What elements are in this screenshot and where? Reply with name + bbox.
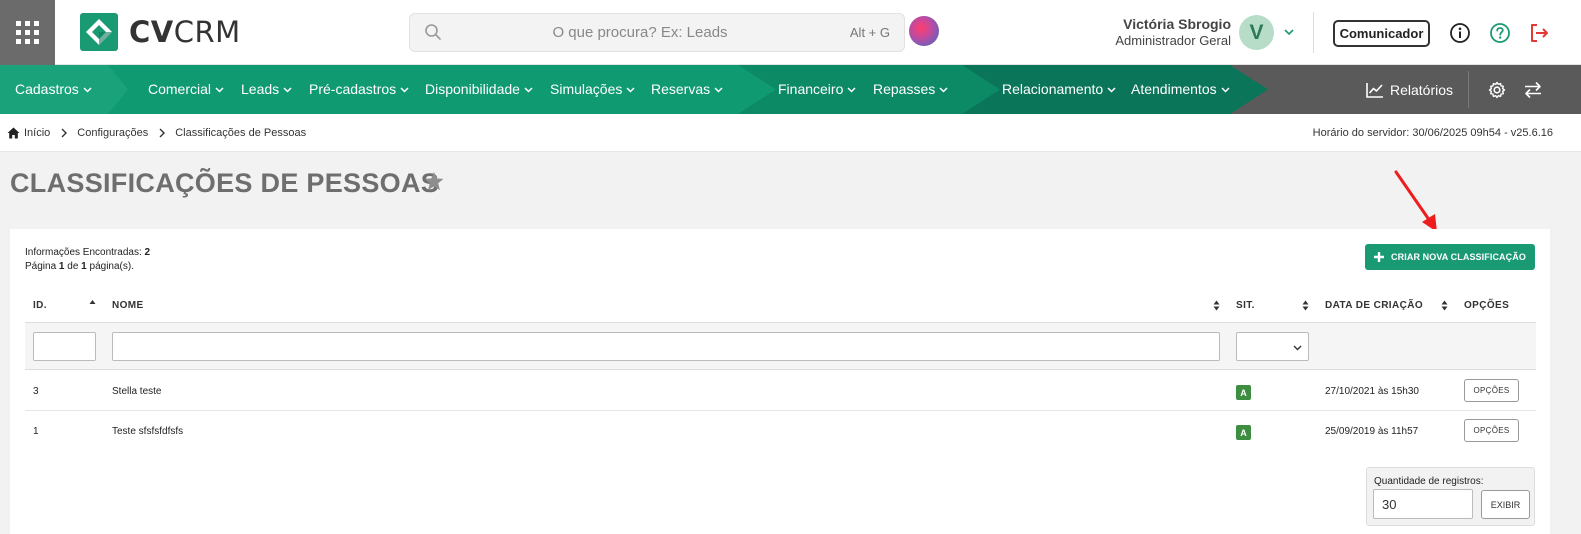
sort-asc-icon[interactable] [89, 299, 96, 310]
row-options-button[interactable]: OPÇÕES [1464, 419, 1519, 442]
page-title: CLASSIFICAÇÕES DE PESSOAS [10, 168, 440, 198]
search-shortcut-hint: Alt + G [849, 25, 890, 40]
table-header: ID. NOME SIT. DATA DE CRIAÇÃO OPÇÕES [25, 289, 1536, 323]
plus-icon [1374, 252, 1385, 262]
user-name: Victória Sbrogio [1123, 16, 1231, 32]
logo-text: CVCRM [129, 15, 241, 49]
favorite-star-icon[interactable] [423, 171, 445, 192]
create-classification-button[interactable]: CRIAR NOVA CLASSIFICAÇÃO [1365, 244, 1535, 270]
chevron-down-icon [714, 87, 723, 93]
qty-label: Quantidade de registros: [1374, 476, 1484, 487]
chevron-down-icon [1221, 87, 1230, 93]
logout-icon[interactable] [1528, 22, 1550, 44]
col-data-criacao[interactable]: DATA DE CRIAÇÃO [1325, 300, 1423, 311]
chevron-right-icon [61, 128, 68, 138]
sort-icon[interactable] [1302, 300, 1309, 311]
nav-financeiro[interactable]: Financeiro [778, 65, 856, 114]
swap-arrows-icon[interactable] [1524, 81, 1542, 99]
chevron-down-icon [939, 87, 948, 93]
chevron-down-icon [847, 87, 856, 93]
chevron-down-icon [400, 87, 409, 93]
user-info[interactable]: Victória Sbrogio Administrador Geral [1115, 16, 1231, 48]
nav-simulacoes[interactable]: Simulações [550, 65, 635, 114]
row-options-button[interactable]: OPÇÕES [1464, 379, 1519, 402]
row-created: 27/10/2021 às 15h30 [1325, 386, 1419, 397]
col-sit[interactable]: SIT. [1236, 300, 1255, 311]
chevron-down-icon [83, 87, 92, 93]
server-time: Horário do servidor: 30/06/2025 09h54 - … [1312, 127, 1553, 139]
table-row: 1 Teste sfsfsfdfsfs A 25/09/2019 às 11h5… [25, 411, 1536, 451]
global-search: Alt + G [409, 13, 905, 52]
col-opcoes: OPÇÕES [1464, 300, 1510, 311]
search-input[interactable] [450, 14, 830, 51]
sort-icon[interactable] [1213, 300, 1220, 311]
row-id: 1 [33, 426, 39, 437]
chevron-down-icon [1293, 345, 1302, 351]
exibir-button[interactable]: EXIBIR [1481, 490, 1530, 519]
breadcrumb-current: Classificações de Pessoas [175, 127, 307, 139]
cvcrm-logo[interactable]: CVCRM [79, 12, 241, 52]
nav-leads[interactable]: Leads [241, 65, 292, 114]
comunicador-button[interactable]: Comunicador [1333, 20, 1430, 47]
breadcrumb-inicio[interactable]: Início [24, 127, 50, 139]
nav-reservas[interactable]: Reservas [651, 65, 723, 114]
nav-pre-cadastros[interactable]: Pré-cadastros [309, 65, 409, 114]
row-name: Teste sfsfsfdfsfs [112, 426, 184, 437]
chevron-down-icon [626, 87, 635, 93]
apps-grid-icon [16, 21, 39, 44]
table-filters [25, 323, 1536, 370]
col-nome[interactable]: NOME [112, 300, 144, 311]
main-nav: Cadastros Comercial Leads Pré-cadastros … [0, 65, 1581, 114]
nav-cadastros[interactable]: Cadastros [15, 65, 92, 114]
chevron-down-icon[interactable] [1283, 26, 1295, 38]
search-icon [425, 24, 441, 40]
nav-atendimentos[interactable]: Atendimentos [1131, 65, 1230, 114]
chart-line-icon [1366, 82, 1383, 98]
status-badge: A [1236, 385, 1251, 400]
chevron-down-icon [1107, 87, 1116, 93]
nav-repasses[interactable]: Repasses [873, 65, 948, 114]
sort-icon[interactable] [1441, 300, 1448, 311]
col-id[interactable]: ID. [33, 300, 47, 311]
records-per-page: Quantidade de registros: EXIBIR [1366, 467, 1535, 526]
top-header: CVCRM Alt + G Victória Sbrogio Administr… [0, 0, 1581, 65]
breadcrumb-configuracoes[interactable]: Configurações [77, 127, 148, 139]
breadcrumb: Início Configurações Classificações de P… [7, 127, 306, 139]
user-role: Administrador Geral [1115, 33, 1231, 48]
header-divider [1313, 12, 1314, 53]
content-panel: Informações Encontradas: 2 Página 1 de 1… [10, 229, 1550, 534]
row-created: 25/09/2019 às 11h57 [1325, 426, 1419, 437]
info-icon[interactable] [1449, 22, 1471, 44]
row-id: 3 [33, 386, 39, 397]
breadcrumb-bar: Início Configurações Classificações de P… [0, 114, 1581, 152]
nav-divider [1468, 71, 1469, 108]
chevron-down-icon [524, 87, 533, 93]
logo-mark-icon [80, 13, 118, 51]
avatar[interactable]: V [1239, 15, 1274, 50]
table-row: 3 Stella teste A 27/10/2021 às 15h30 OPÇ… [25, 371, 1536, 411]
row-name: Stella teste [112, 386, 162, 397]
profile-orb-icon[interactable] [909, 16, 939, 46]
results-info: Informações Encontradas: 2 Página 1 de 1… [25, 247, 151, 272]
filter-id-input[interactable] [33, 332, 96, 361]
home-icon[interactable] [7, 127, 20, 139]
filter-nome-input[interactable] [112, 332, 1220, 361]
qty-input[interactable] [1373, 489, 1473, 519]
nav-comercial[interactable]: Comercial [148, 65, 224, 114]
nav-disponibilidade[interactable]: Disponibilidade [425, 65, 533, 114]
nav-relacionamento[interactable]: Relacionamento [1002, 65, 1116, 114]
chevron-down-icon [215, 87, 224, 93]
nav-relatorios[interactable]: Relatórios [1366, 65, 1453, 114]
gear-icon[interactable] [1488, 81, 1506, 99]
filter-sit-select[interactable] [1236, 332, 1309, 361]
chevron-right-icon [159, 128, 166, 138]
chevron-down-icon [283, 87, 292, 93]
apps-menu-button[interactable] [0, 0, 55, 65]
status-badge: A [1236, 425, 1251, 440]
help-icon[interactable] [1489, 22, 1511, 44]
red-arrow-annotation-icon [1394, 170, 1437, 232]
